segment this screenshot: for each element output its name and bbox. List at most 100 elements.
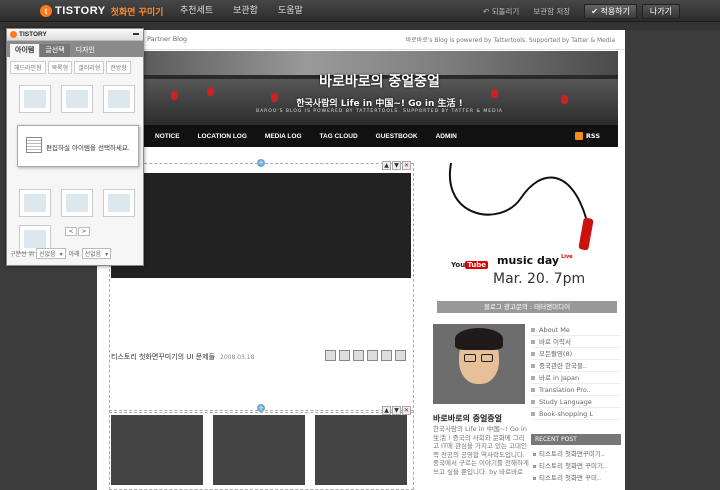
page-title: 첫화면 꾸미기: [110, 7, 164, 18]
menu-media-log[interactable]: MEDIA LOG: [265, 133, 302, 140]
nav-recommended-set[interactable]: 추천세트: [180, 0, 213, 22]
gallery-thumbnail[interactable]: [111, 415, 203, 485]
next-page-button[interactable]: >: [78, 227, 90, 236]
menu-notice[interactable]: NOTICE: [155, 133, 180, 140]
profile-photo: [433, 324, 525, 404]
item-controls: ▲ ▼ ✕: [381, 406, 411, 415]
divider-settings: 구분선 위 선없음 ▾ 아래 선없음 ▾: [10, 248, 140, 259]
layout-tile-preview: [24, 230, 46, 248]
menu-guestbook[interactable]: GUESTBOOK: [376, 133, 418, 140]
layout-tile-preview: [24, 194, 46, 212]
panel-tabs: 아이템 글선택 디자인: [7, 41, 143, 57]
layout-tile-preview: [24, 90, 46, 108]
layout-tile[interactable]: [103, 189, 135, 217]
panel-logo: TISTORY: [10, 31, 47, 38]
tab-item[interactable]: 아이템: [10, 44, 40, 57]
prev-page-button[interactable]: <: [65, 227, 77, 236]
blog-page: Partner Blog 바로바로's Blog is powered by T…: [97, 30, 625, 490]
category-item[interactable]: Study Language: [531, 396, 621, 408]
post-date: 2008.03.18: [220, 354, 255, 361]
category-list: About Me 바로 이력서 모든촬영(8) 중국관련 한국블.. 바로 in…: [531, 324, 621, 420]
post-title-link[interactable]: 티스토리 첫화면꾸미기의 UI 문제들 2008.03.18: [111, 352, 254, 362]
nav-help[interactable]: 도움말: [278, 0, 303, 22]
tab-post-select[interactable]: 글선택: [40, 44, 70, 57]
category-item[interactable]: 중국관련 한국블..: [531, 360, 621, 372]
thumbnail-icon[interactable]: [367, 350, 378, 361]
recent-post-item[interactable]: 티스토리 첫화면꾸미기..: [531, 448, 621, 460]
youtube-tube: Tube: [465, 261, 488, 269]
panel-pager: < >: [65, 227, 91, 236]
layout-tile[interactable]: [19, 85, 51, 113]
menu-admin[interactable]: ADMIN: [436, 133, 457, 140]
layout-tile[interactable]: [19, 189, 51, 217]
undo-label: 되돌리기: [491, 6, 520, 16]
item-controls: ▲ ▼ ✕: [381, 161, 411, 170]
powered-by-credit: 바로바로's Blog is powered by Tattertools. S…: [405, 37, 615, 44]
category-item[interactable]: 바로 in Japan: [531, 372, 621, 384]
recent-post-item[interactable]: 티스토리 첫화면 꾸미기..: [531, 460, 621, 472]
undo-link[interactable]: ↶ 되돌리기: [483, 6, 519, 17]
partner-blog-label[interactable]: Partner Blog: [147, 35, 187, 43]
category-item[interactable]: 모든촬영(8): [531, 348, 621, 360]
category-item[interactable]: 바로 이력서: [531, 336, 621, 348]
category-item[interactable]: About Me: [531, 324, 621, 336]
editor-panel[interactable]: TISTORY 아이템 글선택 디자인 헤드라인형 목록형 갤러리형 전방형 편…: [6, 28, 144, 266]
delete-item-icon[interactable]: ✕: [402, 406, 411, 415]
apply-label: 적용하기: [600, 6, 630, 16]
music-day-banner[interactable]: You Tube music day Live Mar. 20. 7pm: [431, 158, 623, 298]
exit-button[interactable]: 나가기: [641, 3, 680, 19]
thumbnail-icon[interactable]: [325, 350, 336, 361]
layout-tile[interactable]: [61, 85, 93, 113]
tab-design[interactable]: 디자인: [71, 44, 100, 57]
minimize-icon[interactable]: [133, 33, 139, 35]
rss-label: RSS: [585, 132, 600, 140]
tooltip-text: 편집하실 아이템을 선택하세요.: [46, 144, 130, 152]
post-thumbnail-image[interactable]: [111, 173, 411, 278]
thumbnail-icon[interactable]: [353, 350, 364, 361]
glasses-shape: [481, 354, 493, 362]
bottom-divider-select[interactable]: 선없음 ▾: [81, 248, 112, 259]
top-divider-value: 선없음: [39, 251, 56, 258]
layout-tile-preview: [66, 90, 88, 108]
menu-tag-cloud[interactable]: TAG CLOUD: [320, 133, 358, 140]
blog-tagline: BAROO'S BLOG IS POWERED BY TATTERTOOLS. …: [256, 109, 503, 114]
subtab-headline[interactable]: 헤드라인형: [10, 61, 46, 74]
top-actions: ↶ 되돌리기 보관함 저장 ✔ 적용하기 나가기: [469, 0, 680, 22]
move-up-icon[interactable]: ▲: [382, 161, 391, 170]
rss-link[interactable]: RSS: [574, 132, 600, 140]
top-divider-select[interactable]: 선없음 ▾: [36, 248, 66, 259]
subtab-feature[interactable]: 전방형: [106, 61, 131, 74]
menu-location-log[interactable]: LOCATION LOG: [198, 133, 247, 140]
gallery-thumbnail[interactable]: [213, 415, 305, 485]
move-up-icon[interactable]: ▲: [382, 406, 391, 415]
recent-post-item[interactable]: 티스토리 첫화면 꾸미..: [531, 472, 621, 484]
panel-titlebar[interactable]: TISTORY: [7, 29, 143, 41]
delete-item-icon[interactable]: ✕: [402, 161, 411, 170]
category-item[interactable]: Book-shopping L: [531, 408, 621, 420]
music-day-live: Live: [561, 254, 573, 260]
gallery-thumbnails: [111, 415, 417, 485]
layout-tile[interactable]: [61, 189, 93, 217]
glasses-shape: [464, 354, 476, 362]
thumbnail-icon[interactable]: [395, 350, 406, 361]
youtube-logo: You Tube: [451, 260, 488, 270]
save-to-storage-link[interactable]: 보관함 저장: [533, 6, 570, 17]
thumbnail-icon[interactable]: [381, 350, 392, 361]
layout-tile-preview: [108, 194, 130, 212]
thumbnail-icon[interactable]: [339, 350, 350, 361]
item-type-tabs: 헤드라인형 목록형 갤러리형 전방형: [7, 57, 143, 74]
tistory-logo-icon: [10, 31, 17, 38]
blog-menu: NOTICE LOCATION LOG MEDIA LOG TAG CLOUD …: [141, 125, 618, 147]
move-down-icon[interactable]: ▼: [392, 406, 401, 415]
apply-button[interactable]: ✔ 적용하기: [584, 3, 637, 19]
logo-text: TISTORY: [55, 5, 106, 17]
nav-storage[interactable]: 보관함: [233, 0, 258, 22]
category-item[interactable]: Translation Pro..: [531, 384, 621, 396]
subtab-list[interactable]: 목록형: [47, 61, 73, 74]
subtab-gallery[interactable]: 갤러리형: [74, 61, 105, 74]
layout-tile[interactable]: [103, 85, 135, 113]
gallery-thumbnail[interactable]: [315, 415, 407, 485]
tistory-logo[interactable]: t TISTORY 첫화면 꾸미기: [40, 3, 163, 19]
move-down-icon[interactable]: ▼: [392, 161, 401, 170]
ad-inquiry-caption[interactable]: 블로그 광고문의 : 태터앤미디어: [437, 301, 617, 313]
